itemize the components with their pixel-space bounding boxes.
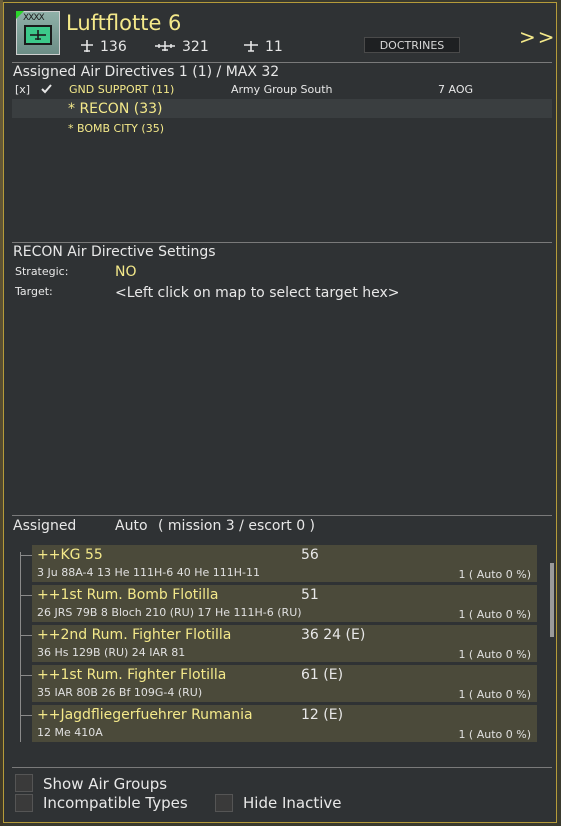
settings-heading: RECON Air Directive Settings (13, 244, 216, 260)
hide-inactive-checkbox[interactable] (215, 794, 233, 812)
assigned-units-list: ++KG 55 56 3 Ju 88A-4 13 He 111H-6 40 He… (18, 542, 537, 742)
unit-aircraft: 35 IAR 80B 26 Bf 109G-4 (RU) (37, 686, 203, 699)
unit-auto: 1 ( Auto 0 %) (458, 688, 531, 701)
fighter-count: 11 (243, 39, 283, 55)
unit-name: ++KG 55 (37, 547, 103, 563)
expand-button[interactable]: >> (519, 25, 557, 49)
list-item[interactable]: ++KG 55 56 3 Ju 88A-4 13 He 111H-6 40 He… (20, 545, 537, 583)
show-air-groups-label[interactable]: Show Air Groups (43, 775, 167, 793)
unit-name: ++1st Rum. Bomb Flotilla (37, 587, 219, 603)
assigned-label: Assigned (13, 518, 77, 534)
list-item[interactable]: ++2nd Rum. Fighter Flotilla 36 24 (E) 36… (20, 625, 537, 663)
target-value: <Left click on map to select target hex> (115, 285, 400, 301)
unit-aircraft: 36 Hs 129B (RU) 24 IAR 81 (37, 646, 186, 659)
unit-strength: 51 (301, 587, 319, 603)
divider (12, 767, 552, 768)
directive-sub-recon[interactable]: * RECON (33) (68, 101, 162, 117)
tree-line (20, 552, 21, 742)
directive-checkbox[interactable]: [x] (15, 83, 30, 96)
auto-label[interactable]: Auto (115, 518, 148, 534)
list-item[interactable]: ++1st Rum. Fighter Flotilla 61 (E) 35 IA… (20, 665, 537, 703)
hq-unit-icon[interactable]: XXXX (16, 11, 60, 55)
unit-strength: 12 (E) (301, 707, 344, 723)
unit-name: ++2nd Rum. Fighter Flotilla (37, 627, 232, 643)
doctrines-button[interactable]: DOCTRINES (364, 37, 460, 53)
unit-aircraft: 12 Me 410A (37, 726, 103, 739)
bomber-icon (81, 40, 93, 52)
directive-aog: 7 AOG (438, 83, 474, 96)
unit-name: ++Jagdfliegerfuehrer Rumania (37, 707, 253, 723)
directive-sub-bomb-city[interactable]: * BOMB CITY (35) (68, 122, 164, 135)
list-scrollbar[interactable] (550, 563, 554, 637)
divider (12, 515, 552, 516)
unit-auto: 1 ( Auto 0 %) (458, 608, 531, 621)
unit-strength: 56 (301, 547, 319, 563)
divider (12, 242, 552, 243)
show-air-groups-checkbox[interactable] (15, 774, 33, 792)
unit-auto: 1 ( Auto 0 %) (458, 728, 531, 741)
directive-mission[interactable]: GND SUPPORT (11) (69, 83, 174, 96)
directives-heading: Assigned Air Directives 1 (1) / MAX 32 (13, 64, 280, 80)
unit-auto: 1 ( Auto 0 %) (458, 568, 531, 581)
unit-strength: 61 (E) (301, 667, 344, 683)
unit-auto: 1 ( Auto 0 %) (458, 648, 531, 661)
air-hq-panel: XXXX Luftflotte 6 136 321 11 DOCTRINES >… (3, 2, 557, 823)
hq-title: Luftflotte 6 (66, 11, 182, 35)
target-label: Target: (15, 285, 53, 298)
strategic-label: Strategic: (15, 265, 69, 278)
strategic-value[interactable]: NO (115, 264, 137, 280)
transport-count: 321 (154, 39, 209, 55)
hide-inactive-label[interactable]: Hide Inactive (243, 794, 342, 812)
directive-target: Army Group South (231, 83, 333, 96)
list-item[interactable]: ++1st Rum. Bomb Flotilla 51 26 JRS 79B 8… (20, 585, 537, 623)
checkmark-icon (41, 84, 52, 94)
fighter-icon (244, 41, 258, 52)
mission-info: ( mission 3 / escort 0 ) (158, 518, 316, 534)
unit-aircraft: 3 Ju 88A-4 13 He 111H-6 40 He 111H-11 (37, 566, 260, 579)
unit-aircraft: 26 JRS 79B 8 Bloch 210 (RU) 17 He 111H-6… (37, 606, 302, 619)
transport-icon (155, 41, 175, 51)
incompatible-types-checkbox[interactable] (15, 794, 33, 812)
divider (12, 62, 552, 63)
unit-strength: 36 24 (E) (301, 627, 366, 643)
list-item[interactable]: ++Jagdfliegerfuehrer Rumania 12 (E) 12 M… (20, 705, 537, 742)
bomber-count: 136 (80, 39, 127, 55)
unit-name: ++1st Rum. Fighter Flotilla (37, 667, 227, 683)
incompatible-types-label[interactable]: Incompatible Types (43, 794, 188, 812)
